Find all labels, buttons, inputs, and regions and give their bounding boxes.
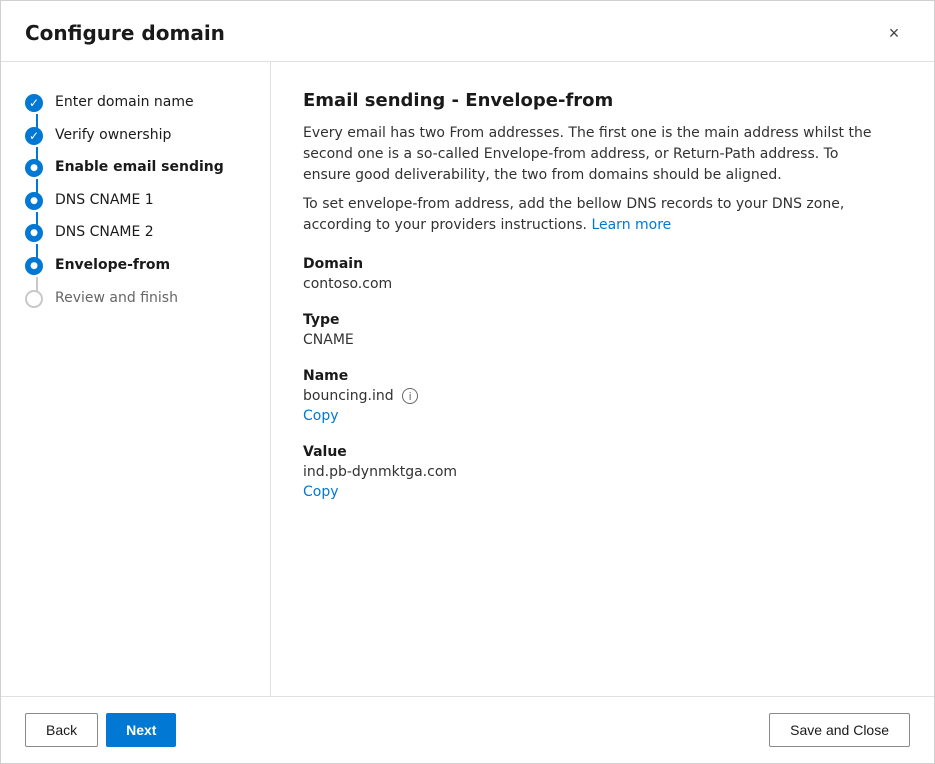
- step-label-enable-email: Enable email sending: [55, 157, 224, 178]
- next-button[interactable]: Next: [106, 713, 176, 747]
- step-review-finish: Review and finish: [1, 282, 270, 315]
- back-button[interactable]: Back: [25, 713, 98, 747]
- field-value-label: Value: [303, 444, 902, 460]
- modal-header: Configure domain ×: [1, 1, 934, 62]
- configure-domain-modal: Configure domain × ✓ Enter domain name ✓…: [0, 0, 935, 764]
- step-enter-domain: ✓ Enter domain name: [1, 86, 270, 119]
- step-label-verify-ownership: Verify ownership: [55, 125, 171, 146]
- step-icon-dns-cname-1: ●: [25, 192, 43, 210]
- step-icon-enable-email: ●: [25, 159, 43, 177]
- content-description-1: Every email has two From addresses. The …: [303, 123, 883, 186]
- footer-left-buttons: Back Next: [25, 713, 176, 747]
- step-label-envelope-from: Envelope-from: [55, 255, 170, 276]
- copy-value-button[interactable]: Copy: [303, 484, 339, 500]
- modal-footer: Back Next Save and Close: [1, 696, 934, 763]
- field-domain: Domain contoso.com: [303, 256, 902, 292]
- field-domain-value: contoso.com: [303, 276, 902, 292]
- sidebar: ✓ Enter domain name ✓ Verify ownership ●…: [1, 62, 271, 696]
- step-icon-review-finish: [25, 290, 43, 308]
- modal-body: ✓ Enter domain name ✓ Verify ownership ●…: [1, 62, 934, 696]
- step-label-enter-domain: Enter domain name: [55, 92, 194, 113]
- learn-more-link[interactable]: Learn more: [591, 217, 671, 233]
- step-icon-enter-domain: ✓: [25, 94, 43, 112]
- step-label-dns-cname-1: DNS CNAME 1: [55, 190, 154, 211]
- content-area: Email sending - Envelope-from Every emai…: [271, 62, 934, 696]
- name-info-icon: i: [402, 388, 418, 404]
- field-name-label: Name: [303, 368, 902, 384]
- save-close-button[interactable]: Save and Close: [769, 713, 910, 747]
- step-dns-cname-2: ● DNS CNAME 2: [1, 216, 270, 249]
- step-label-dns-cname-2: DNS CNAME 2: [55, 222, 154, 243]
- step-icon-envelope-from: ●: [25, 257, 43, 275]
- field-value: Value ind.pb-dynmktga.com Copy: [303, 444, 902, 500]
- modal-title: Configure domain: [25, 21, 225, 45]
- step-icon-verify-ownership: ✓: [25, 127, 43, 145]
- field-type-label: Type: [303, 312, 902, 328]
- step-icon-dns-cname-2: ●: [25, 224, 43, 242]
- step-envelope-from: ● Envelope-from: [1, 249, 270, 282]
- content-description-2: To set envelope-from address, add the be…: [303, 194, 883, 236]
- content-title: Email sending - Envelope-from: [303, 90, 902, 111]
- step-label-review-finish: Review and finish: [55, 288, 178, 309]
- field-value-value: ind.pb-dynmktga.com: [303, 464, 902, 480]
- step-enable-email-sending: ● Enable email sending: [1, 151, 270, 184]
- step-verify-ownership: ✓ Verify ownership: [1, 119, 270, 152]
- field-name: Name bouncing.ind i Copy: [303, 368, 902, 424]
- field-type: Type CNAME: [303, 312, 902, 348]
- close-button[interactable]: ×: [878, 17, 910, 49]
- field-type-value: CNAME: [303, 332, 902, 348]
- copy-name-button[interactable]: Copy: [303, 408, 339, 424]
- step-dns-cname-1: ● DNS CNAME 1: [1, 184, 270, 217]
- field-name-value: bouncing.ind i: [303, 388, 902, 404]
- field-domain-label: Domain: [303, 256, 902, 272]
